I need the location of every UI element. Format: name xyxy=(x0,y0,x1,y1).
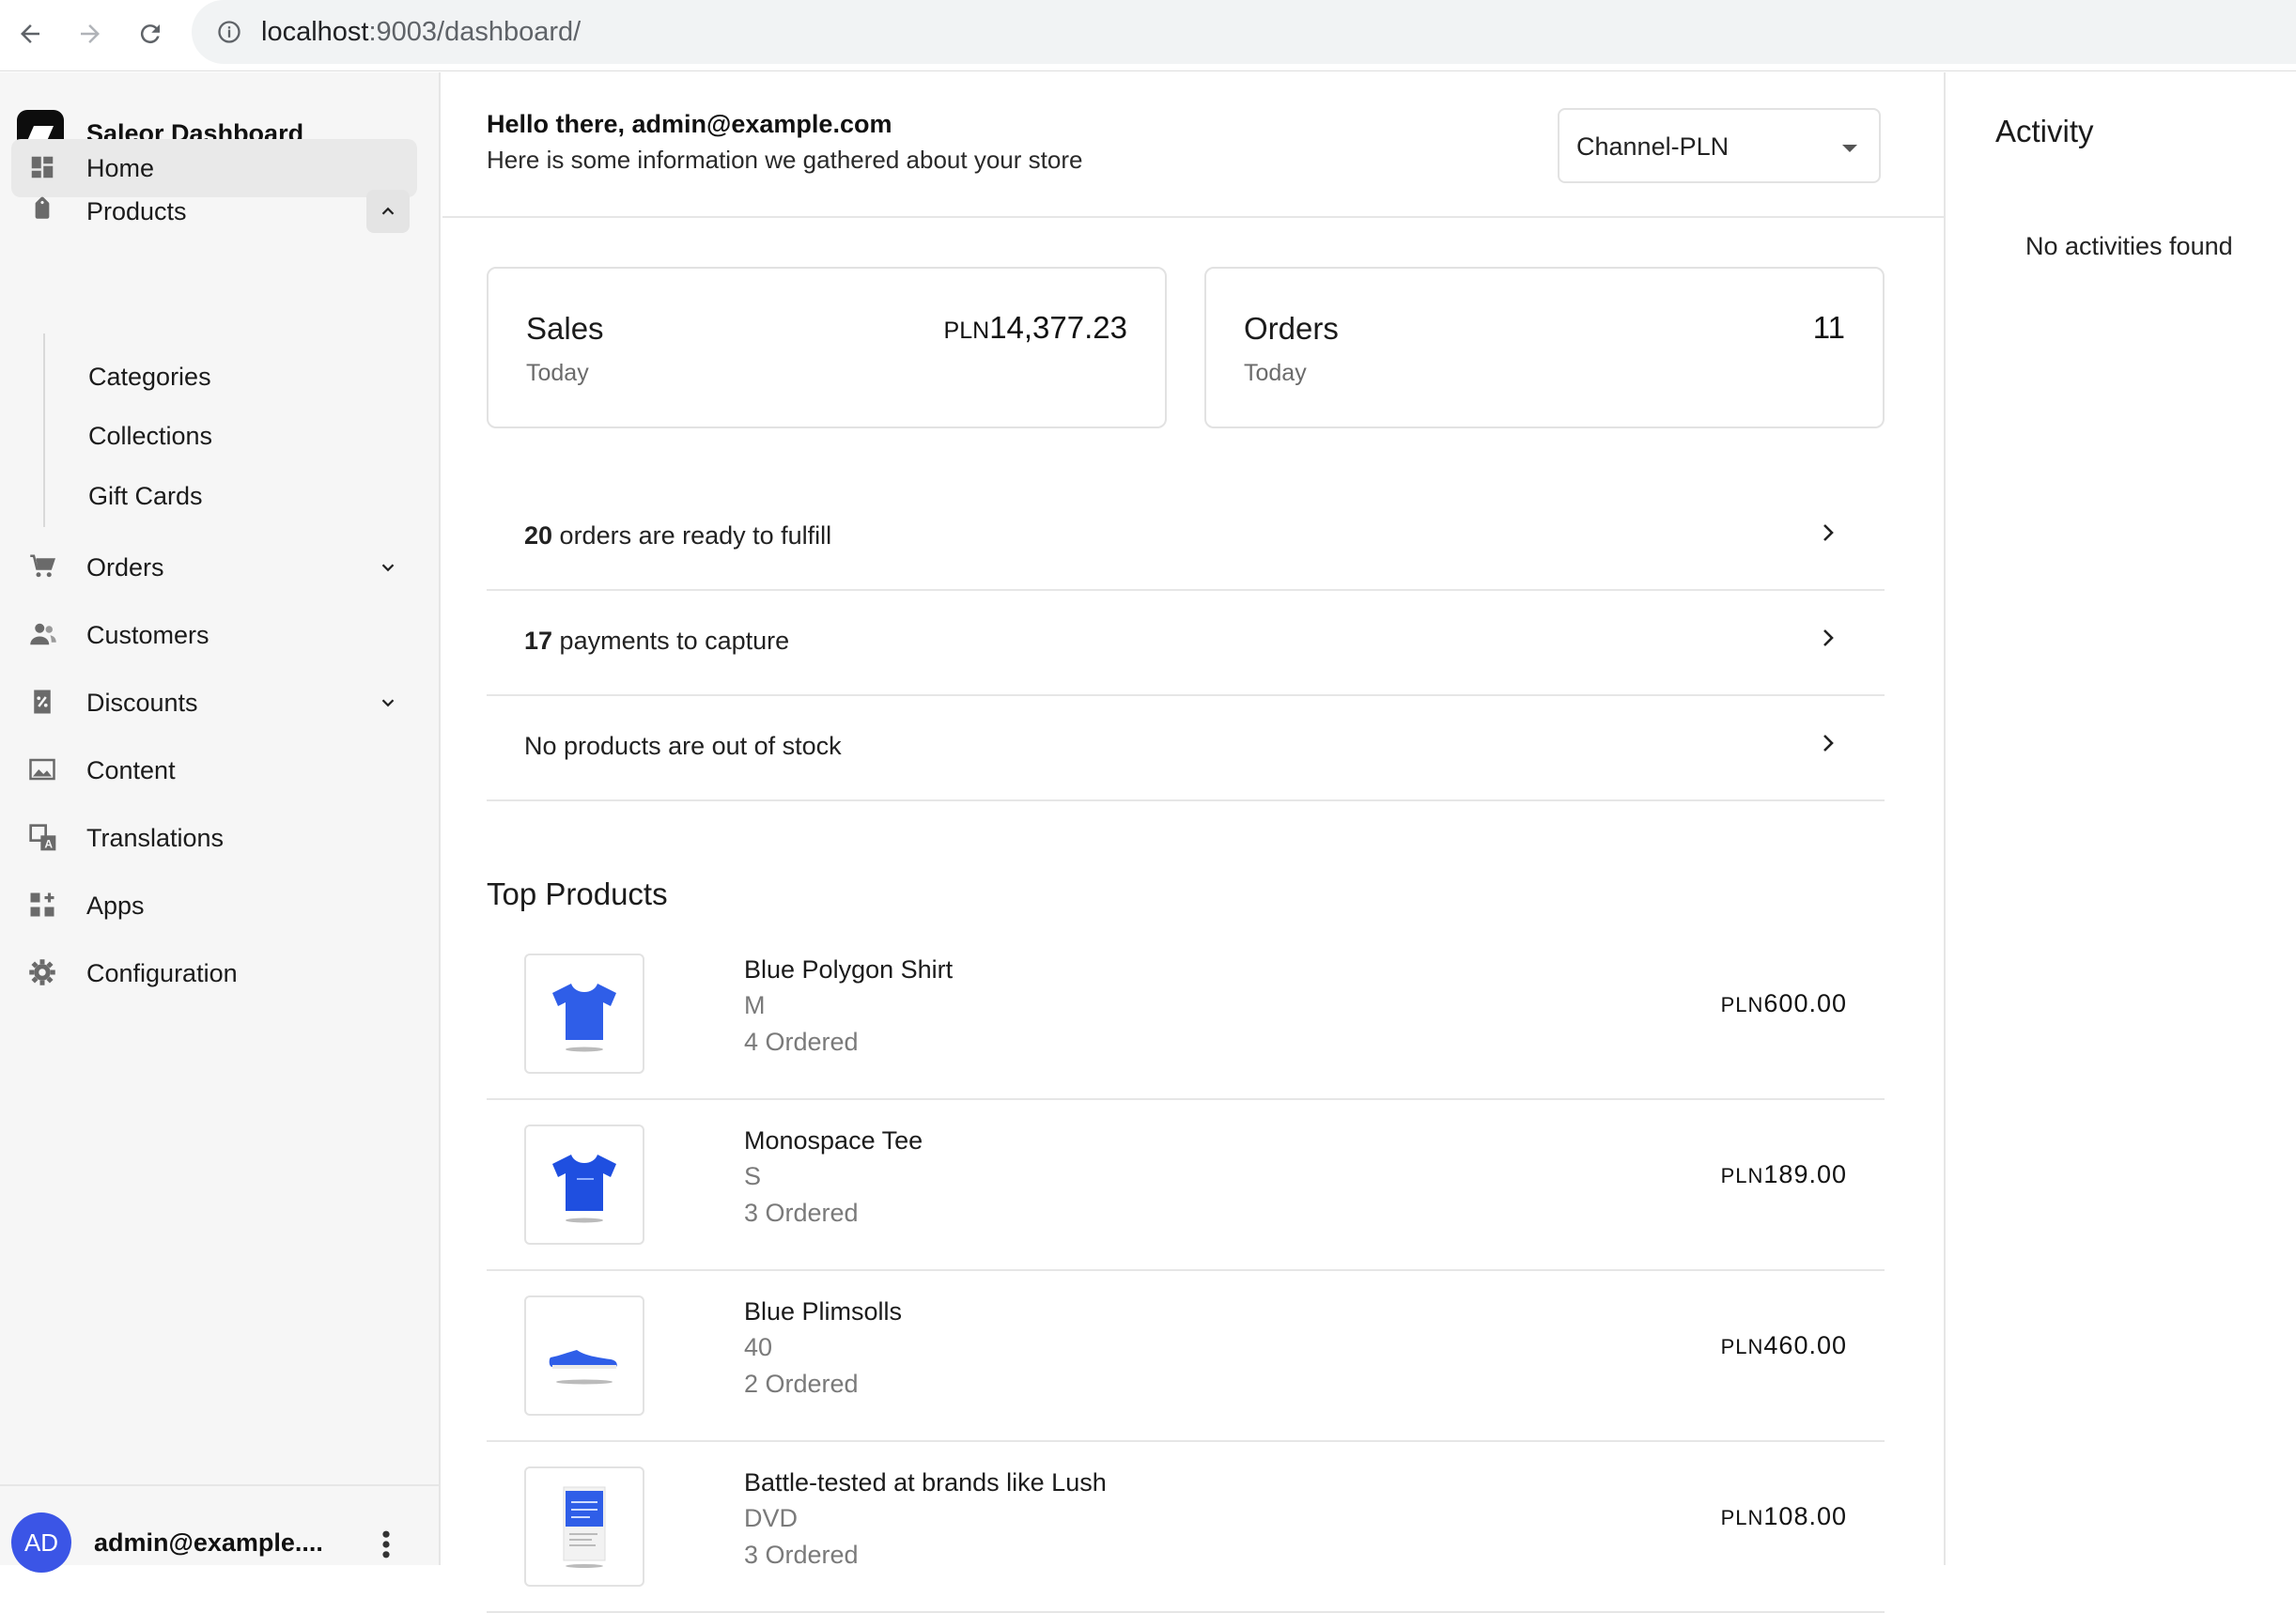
product-row[interactable]: Monospace Tee S 3 Ordered PLN189.00 xyxy=(487,1100,1885,1271)
product-thumbnail xyxy=(524,1295,644,1416)
sidebar-item-label: Discounts xyxy=(86,688,198,717)
tshirt-image-icon xyxy=(552,1155,616,1223)
sidebar-item-orders[interactable]: Orders xyxy=(11,538,417,597)
greeting-title: Hello there, admin@example.com xyxy=(487,110,892,138)
chevron-down-icon[interactable] xyxy=(366,681,410,724)
sidebar-subitem-gift-cards[interactable]: Gift Cards xyxy=(88,482,203,511)
gear-icon xyxy=(28,958,58,988)
shoe-image-icon xyxy=(549,1350,617,1385)
sidebar-item-label: Orders xyxy=(86,552,164,582)
product-thumbnail xyxy=(524,954,644,1074)
sidebar-item-apps[interactable]: Apps xyxy=(11,876,417,935)
url-text: localhost:9003/dashboard/ xyxy=(261,16,582,47)
product-thumbnail xyxy=(524,1124,644,1245)
sales-card: Sales Today PLN14,377.23 xyxy=(487,267,1167,428)
product-name: Blue Polygon Shirt xyxy=(744,955,954,984)
image-content-icon xyxy=(28,755,58,785)
user-menu[interactable]: AD admin@example.... xyxy=(0,1484,441,1573)
sales-period: Today xyxy=(526,360,589,386)
product-price: PLN460.00 xyxy=(1720,1331,1847,1359)
tag-icon xyxy=(28,196,58,226)
product-ordered: 2 Ordered xyxy=(744,1370,859,1398)
user-email: admin@example.... xyxy=(94,1528,323,1557)
orders-value: 11 xyxy=(1812,310,1845,345)
sidebar-item-customers[interactable]: Customers xyxy=(11,606,417,664)
sidebar-item-label: Configuration xyxy=(86,958,238,987)
notice-orders-to-fulfill[interactable]: 20 orders are ready to fulfill xyxy=(487,486,1885,591)
greeting-subtitle: Here is some information we gathered abo… xyxy=(487,146,1083,174)
sales-value: PLN14,377.23 xyxy=(943,310,1127,345)
apps-grid-icon xyxy=(28,891,58,921)
sidebar-subitem-collections[interactable]: Collections xyxy=(88,422,212,451)
chevron-right-icon xyxy=(1817,521,1839,549)
activity-empty-state: No activities found xyxy=(2025,232,2233,260)
product-thumbnail xyxy=(524,1466,644,1587)
dvd-case-image-icon xyxy=(563,1486,606,1568)
forward-icon[interactable] xyxy=(70,13,111,54)
chevron-up-icon[interactable] xyxy=(366,190,410,233)
product-price: PLN108.00 xyxy=(1720,1502,1847,1530)
main-content: Hello there, admin@example.com Here is s… xyxy=(442,72,1944,1613)
orders-title: Orders xyxy=(1244,311,1339,346)
product-price: PLN189.00 xyxy=(1720,1160,1847,1188)
site-info-icon[interactable] xyxy=(214,17,244,47)
product-variant: DVD xyxy=(744,1504,799,1532)
avatar[interactable]: AD xyxy=(11,1512,71,1573)
sidebar-item-label: Translations xyxy=(86,823,225,852)
orders-period: Today xyxy=(1244,360,1307,386)
submenu-divider xyxy=(43,333,45,527)
notice-out-of-stock[interactable]: No products are out of stock xyxy=(487,696,1885,801)
product-name: Monospace Tee xyxy=(744,1126,923,1155)
svg-text:A: A xyxy=(44,838,53,851)
notice-payments-to-capture[interactable]: 17 payments to capture xyxy=(487,591,1885,696)
sidebar-item-content[interactable]: Content xyxy=(11,741,417,799)
activity-panel: Activity No activities found xyxy=(1944,72,2296,1565)
sidebar-item-products[interactable]: Products xyxy=(11,182,417,240)
channel-select-value: Channel-PLN xyxy=(1576,132,1730,161)
home-dashboard-icon xyxy=(28,153,58,183)
product-row[interactable]: Battle-tested at brands like Lush DVD 3 … xyxy=(487,1442,1885,1613)
discount-ticket-icon xyxy=(28,688,58,718)
product-ordered: 3 Ordered xyxy=(744,1541,859,1569)
customers-icon xyxy=(28,620,58,650)
product-variant: S xyxy=(744,1162,762,1190)
reload-icon[interactable] xyxy=(130,13,171,54)
sidebar-item-label: Apps xyxy=(86,891,145,920)
sidebar-subitem-categories[interactable]: Categories xyxy=(88,363,211,392)
channel-select[interactable]: Channel-PLN xyxy=(1558,108,1881,183)
product-name: Battle-tested at brands like Lush xyxy=(744,1468,1107,1497)
chevron-right-icon xyxy=(1817,732,1839,759)
more-vertical-icon[interactable] xyxy=(372,1528,400,1561)
page-header: Hello there, admin@example.com Here is s… xyxy=(442,72,1944,218)
sidebar-item-label: Home xyxy=(86,153,155,182)
product-variant: 40 xyxy=(744,1333,773,1361)
sidebar-item-translations[interactable]: A Translations xyxy=(11,809,417,867)
sidebar-item-label: Products xyxy=(86,196,187,225)
orders-card: Orders Today 11 xyxy=(1204,267,1885,428)
product-price: PLN600.00 xyxy=(1720,989,1847,1017)
browser-toolbar: localhost:9003/dashboard/ xyxy=(0,0,2296,71)
product-ordered: 4 Ordered xyxy=(744,1028,859,1056)
translate-icon: A xyxy=(28,823,58,853)
sidebar: Saleor Dashboard Home Products Categorie… xyxy=(0,72,441,1573)
chevron-down-icon[interactable] xyxy=(366,546,410,589)
tshirt-image-icon xyxy=(552,984,616,1052)
product-name: Blue Plimsolls xyxy=(744,1297,903,1326)
product-ordered: 3 Ordered xyxy=(744,1199,859,1227)
sales-title: Sales xyxy=(526,311,604,346)
activity-title: Activity xyxy=(1995,114,2094,148)
cart-icon xyxy=(28,552,58,582)
address-bar[interactable]: localhost:9003/dashboard/ xyxy=(192,0,2296,64)
product-variant: M xyxy=(744,991,766,1019)
chevron-right-icon xyxy=(1817,627,1839,654)
back-icon[interactable] xyxy=(9,13,51,54)
sidebar-item-configuration[interactable]: Configuration xyxy=(11,944,417,1002)
sidebar-item-label: Customers xyxy=(86,620,209,649)
product-row[interactable]: Blue Polygon Shirt M 4 Ordered PLN600.00 xyxy=(487,929,1885,1100)
product-row[interactable]: Blue Plimsolls 40 2 Ordered PLN460.00 xyxy=(487,1271,1885,1442)
top-products-title: Top Products xyxy=(487,876,668,911)
sidebar-item-discounts[interactable]: Discounts xyxy=(11,674,417,732)
sidebar-item-label: Content xyxy=(86,755,176,784)
caret-down-icon xyxy=(1841,142,1858,159)
